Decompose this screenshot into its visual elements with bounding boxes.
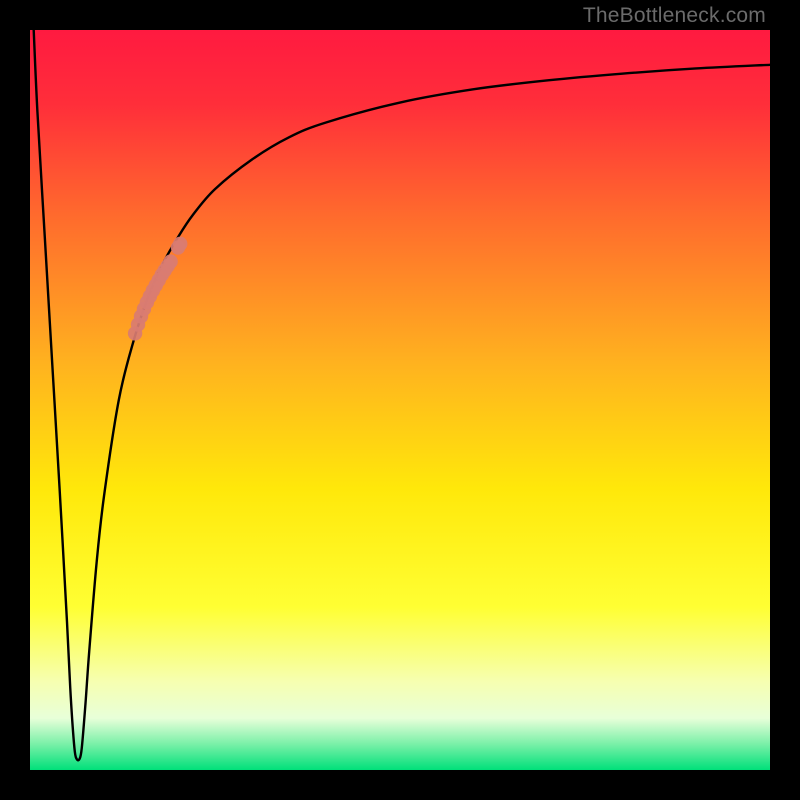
marker-dot xyxy=(173,237,187,251)
chart-frame: TheBottleneck.com xyxy=(0,0,800,800)
highlighted-range-markers xyxy=(128,237,188,341)
plot-area xyxy=(30,30,770,770)
chart-svg xyxy=(30,30,770,770)
marker-dot xyxy=(163,254,177,268)
watermark-text: TheBottleneck.com xyxy=(583,4,766,28)
bottleneck-curve xyxy=(34,30,770,760)
